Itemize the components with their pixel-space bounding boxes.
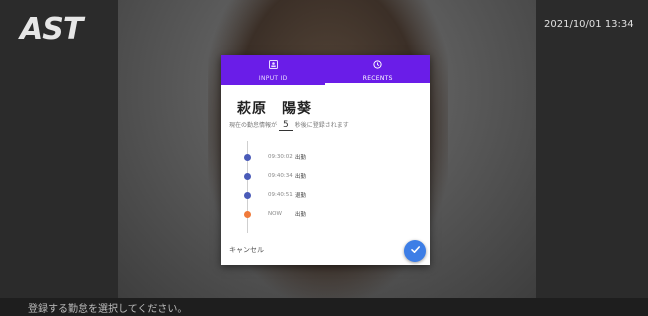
- countdown-value: 5: [279, 120, 293, 131]
- company-logo: AST: [20, 12, 83, 47]
- timeline-time: 09:40:51: [268, 192, 293, 198]
- history-icon: [373, 60, 382, 72]
- countdown-suffix: 秒後に登録されます: [294, 122, 349, 129]
- employee-name: 萩原 陽葵: [237, 101, 312, 117]
- tab-input-id[interactable]: INPUT ID: [221, 55, 326, 85]
- right-panel: [536, 0, 648, 298]
- timeline-item-now: NOW 出勤: [231, 207, 411, 221]
- timeline-type: 退勤: [295, 193, 307, 199]
- timeline-dot: [244, 172, 251, 180]
- timeline-item: 09:30:02 出勤: [231, 150, 411, 164]
- cancel-button[interactable]: キャンセル: [229, 245, 264, 255]
- timeline-time: NOW: [268, 211, 282, 217]
- countdown-prefix: 現在の勤怠情報が: [229, 122, 278, 129]
- active-tab-indicator: [325, 83, 430, 85]
- timeline-type: 出勤: [295, 212, 307, 218]
- confirm-button[interactable]: [404, 240, 426, 262]
- timeline-type: 出勤: [295, 155, 307, 161]
- timeline-time: 09:40:34: [268, 173, 293, 179]
- instruction-message: 登録する勤怠を選択してください。: [28, 304, 188, 315]
- tab-recents[interactable]: RECENTS: [326, 55, 431, 85]
- recent-timeline: 09:30:02 出勤 09:40:34 出勤 09:40:51 退勤 NOW …: [231, 141, 411, 233]
- attendance-dialog: INPUT ID RECENTS 萩原 陽葵 現在の勤怠情報が 5 秒後に登録さ…: [221, 55, 430, 265]
- tab-recents-label: RECENTS: [362, 75, 393, 82]
- countdown-message: 現在の勤怠情報が 5 秒後に登録されます: [229, 120, 349, 131]
- id-card-icon: [268, 60, 278, 72]
- timeline-time: 09:30:02: [268, 154, 293, 160]
- timeline-item: 09:40:51 退勤: [231, 188, 411, 202]
- timeline-dot: [244, 191, 251, 199]
- timeline-dot: [244, 153, 251, 161]
- timeline-type: 出勤: [295, 174, 307, 180]
- timeline-dot-now: [244, 210, 251, 218]
- timeline-item: 09:40:34 出勤: [231, 169, 411, 183]
- check-icon: [410, 244, 421, 258]
- tab-bar: INPUT ID RECENTS: [221, 55, 430, 85]
- current-datetime: 2021/10/01 13:34: [544, 19, 634, 30]
- tab-input-id-label: INPUT ID: [258, 75, 288, 82]
